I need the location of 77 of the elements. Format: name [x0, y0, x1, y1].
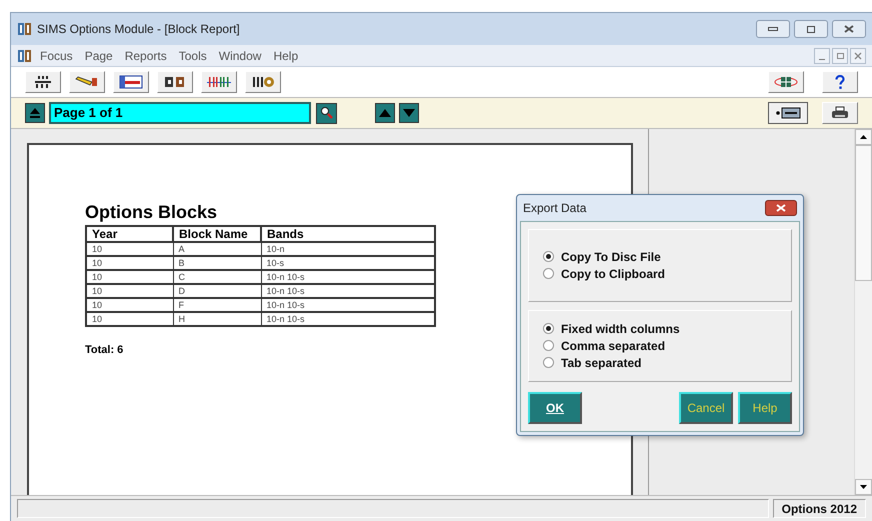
printer-icon	[831, 106, 849, 120]
up-arrow-icon	[860, 135, 867, 139]
toolbar-button[interactable]	[25, 71, 61, 93]
print-button[interactable]	[822, 102, 858, 124]
radio-button[interactable]	[543, 323, 554, 334]
toolbar-button[interactable]	[113, 71, 149, 93]
table-cell: C	[173, 270, 261, 284]
grid-icon	[118, 75, 144, 89]
radio-button[interactable]	[543, 268, 554, 280]
toolbar-button[interactable]	[768, 71, 804, 93]
ok-button[interactable]: OK	[528, 392, 582, 424]
table-cell: A	[173, 242, 261, 256]
export-icon	[775, 107, 801, 119]
menu-item[interactable]: Tools	[174, 46, 212, 64]
app-icon	[17, 21, 33, 37]
maximize-button[interactable]	[794, 20, 828, 38]
dialog-title: Export Data	[523, 200, 586, 217]
table-cell: 10	[86, 284, 173, 298]
table-cell: 10	[86, 298, 173, 312]
column-header: Bands	[261, 226, 435, 242]
radio-button[interactable]	[543, 357, 554, 368]
minimize-button[interactable]	[756, 20, 790, 38]
close-button[interactable]	[832, 20, 866, 38]
total-label: Total: 6	[85, 343, 124, 358]
scroll-up-button[interactable]	[855, 129, 872, 145]
minimize-button[interactable]	[814, 48, 830, 64]
radio-label: Copy To Disc File	[561, 248, 661, 266]
menu-item[interactable]: Reports	[120, 46, 172, 64]
app-icon	[17, 48, 33, 64]
radio-label: Tab separated	[561, 354, 642, 372]
eject-button[interactable]	[25, 103, 45, 123]
down-arrow-icon	[403, 109, 415, 117]
close-icon	[844, 25, 854, 33]
column-header: Year	[86, 226, 173, 242]
next-button[interactable]	[399, 103, 419, 123]
pencil-icon	[74, 75, 100, 89]
close-icon	[776, 204, 786, 212]
table-cell: F	[173, 298, 261, 312]
radio-label: Comma separated	[561, 338, 666, 355]
help-button[interactable]	[822, 71, 858, 93]
toolbar-button[interactable]	[69, 71, 105, 93]
menu-item[interactable]: Help	[268, 46, 304, 64]
table-cell: B	[173, 256, 261, 270]
window-title: SIMS Options Module - [Block Report]	[37, 21, 240, 38]
previous-button[interactable]	[375, 103, 395, 123]
table-cell: H	[173, 312, 261, 326]
export-button[interactable]	[768, 102, 808, 124]
restore-button[interactable]	[832, 48, 848, 64]
column-header: Block Name	[173, 226, 261, 242]
up-arrow-icon	[379, 109, 391, 117]
close-icon	[854, 52, 862, 60]
table-cell: 10	[86, 242, 173, 256]
table-cell: 10	[86, 256, 173, 270]
radio-button[interactable]	[543, 340, 554, 352]
scroll-down-button[interactable]	[855, 479, 872, 495]
radio-label: Fixed width columns	[561, 320, 680, 338]
toolbar-button[interactable]	[245, 71, 281, 93]
close-button[interactable]	[765, 200, 797, 216]
table-cell: 10	[86, 270, 173, 284]
version-label: Options 2012	[782, 500, 857, 518]
menu-item[interactable]: Focus	[35, 46, 78, 64]
radio-label: Copy to Clipboard	[561, 266, 665, 283]
toolbar-button[interactable]	[157, 71, 193, 93]
scroll-thumb[interactable]	[855, 145, 872, 281]
menu-item[interactable]: Window	[214, 46, 266, 64]
page-field[interactable]: Page 1 of 1	[49, 102, 311, 124]
down-arrow-icon	[860, 485, 867, 489]
eject-icon	[29, 107, 41, 119]
table-cell: D	[173, 284, 261, 298]
bars-icon	[206, 75, 232, 89]
report-title: Options Blocks	[85, 201, 218, 223]
radio-button[interactable]	[543, 251, 554, 262]
menu-item[interactable]: Page	[80, 46, 118, 64]
search-button[interactable]	[316, 102, 337, 124]
table-cell: 10	[86, 312, 173, 326]
question-mark-icon	[835, 74, 845, 90]
search-icon	[320, 106, 334, 120]
